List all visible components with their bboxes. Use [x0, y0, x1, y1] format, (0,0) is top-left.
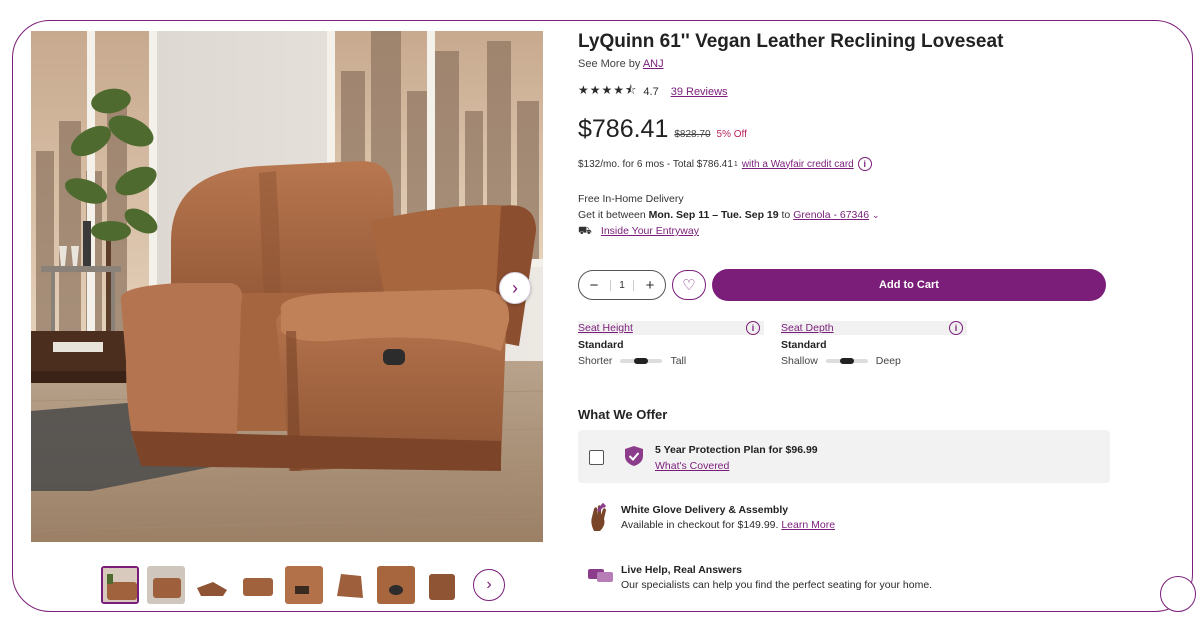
discount-badge: 5% Off	[716, 129, 747, 140]
chevron-right-icon: ›	[486, 576, 492, 593]
shield-check-icon	[625, 446, 643, 466]
image-thumbnail-strip: ›	[101, 565, 505, 605]
location-link[interactable]: Grenola - 67346	[793, 209, 869, 221]
info-icon[interactable]: i	[746, 321, 760, 335]
live-help-title: Live Help, Real Answers	[621, 564, 742, 576]
delivery-type: Free In-Home Delivery	[578, 193, 684, 205]
increase-quantity-button[interactable]: +	[641, 277, 659, 294]
product-page: › › LyQuinn 61'' Vegan Leather Reclining…	[12, 20, 1193, 612]
thumbnail-2[interactable]	[147, 566, 185, 604]
sale-price: $786.41	[578, 115, 669, 143]
favorite-button[interactable]: ♡	[672, 270, 706, 300]
delivery-dates: Mon. Sep 11 – Tue. Sep 19	[648, 209, 779, 221]
seat-height-indicator	[620, 358, 663, 364]
decrease-quantity-button[interactable]: −	[585, 277, 603, 294]
chat-launcher-button[interactable]	[1160, 576, 1196, 612]
protection-plan-title: 5 Year Protection Plan for $96.99	[655, 444, 818, 456]
seat-depth-link[interactable]: Seat Depth	[781, 322, 834, 334]
quantity-value[interactable]: 1	[610, 279, 634, 291]
original-price: $828.70	[674, 129, 711, 140]
seat-height-scale: Shorter Tall	[578, 355, 764, 367]
seat-depth-high-label: Deep	[875, 355, 901, 367]
rating-row: ★★★★⯪ 4.7 39 Reviews	[578, 81, 728, 102]
protection-plan-card: 5 Year Protection Plan for $96.99 What's…	[578, 430, 1110, 483]
seat-height-header: Seat Height i	[578, 321, 764, 335]
thumbnail-7[interactable]	[377, 566, 415, 604]
protection-plan-text: 5 Year Protection Plan for $96.99 What's…	[655, 442, 818, 474]
chevron-right-icon: ›	[512, 277, 518, 298]
white-glove-text: White Glove Delivery & Assembly Availabl…	[621, 503, 835, 533]
live-help-detail: Our specialists can help you find the pe…	[621, 579, 933, 591]
thumbnail-1[interactable]	[101, 566, 139, 604]
seat-height-link[interactable]: Seat Height	[578, 322, 633, 334]
brand-link[interactable]: ANJ	[643, 58, 664, 70]
live-help-text: Live Help, Real Answers Our specialists …	[621, 563, 932, 593]
seat-depth-indicator	[825, 358, 868, 364]
heart-icon: ♡	[682, 277, 696, 294]
seat-height-high-label: Tall	[670, 355, 687, 367]
info-icon[interactable]: i	[857, 157, 872, 171]
whats-covered-link[interactable]: What's Covered	[655, 458, 818, 474]
thumbnail-3[interactable]	[193, 566, 231, 604]
product-title: LyQuinn 61'' Vegan Leather Reclining Lov…	[578, 31, 1004, 52]
see-more-label: See More by	[578, 58, 641, 70]
seat-height-low-label: Shorter	[578, 355, 613, 367]
seat-depth-value: Standard	[781, 339, 827, 351]
price-row: $786.41 $828.70 5% Off	[578, 115, 747, 144]
quantity-stepper: − 1 +	[578, 270, 666, 300]
info-icon[interactable]: i	[949, 321, 963, 335]
white-glove-detail: Available in checkout for $149.99. Learn…	[621, 519, 836, 531]
seat-depth-low-label: Shallow	[781, 355, 818, 367]
add-to-cart-button[interactable]: Add to Cart	[712, 269, 1106, 301]
thumbnail-4[interactable]	[239, 566, 277, 604]
reviews-link[interactable]: 39 Reviews	[671, 86, 728, 98]
seat-depth-header: Seat Depth i	[781, 321, 967, 335]
rating-value: 4.7	[643, 85, 659, 98]
delivery-info: Free In-Home Delivery Get it between Mon…	[578, 191, 880, 239]
seat-depth-spec: Seat Depth i Standard Shallow Deep	[781, 321, 967, 367]
financing-line: $132/mo. for 6 mos - Total $786.41 1 with…	[578, 157, 872, 171]
chat-icon	[588, 569, 613, 582]
financing-footnote: 1	[733, 160, 738, 168]
next-image-button[interactable]: ›	[499, 272, 531, 304]
seat-height-spec: Seat Height i Standard Shorter Tall	[578, 321, 764, 367]
purchase-controls: − 1 + ♡ Add to Cart	[578, 269, 1106, 301]
thumbnail-8[interactable]	[423, 566, 461, 604]
truck-icon: ⛟	[578, 225, 592, 237]
learn-more-link[interactable]: Learn More	[781, 519, 835, 531]
what-we-offer-heading: What We Offer	[578, 407, 668, 422]
product-main-image[interactable]	[31, 31, 543, 542]
thumbnails-next-button[interactable]: ›	[473, 569, 505, 601]
seat-depth-scale: Shallow Deep	[781, 355, 967, 367]
credit-card-link[interactable]: with a Wayfair credit card	[742, 159, 854, 170]
chevron-down-icon[interactable]: ⌄	[872, 210, 880, 220]
protection-plan-checkbox[interactable]	[589, 450, 604, 465]
glove-icon	[591, 503, 607, 531]
white-glove-title: White Glove Delivery & Assembly	[621, 504, 789, 516]
thumbnail-6[interactable]	[331, 566, 369, 604]
thumbnail-5[interactable]	[285, 566, 323, 604]
delivery-window: Get it between Mon. Sep 11 – Tue. Sep 19…	[578, 209, 880, 221]
star-rating-icon: ★★★★⯪	[578, 83, 638, 97]
brand-line: See More by ANJ	[578, 58, 664, 70]
delivery-method-link[interactable]: Inside Your Entryway	[601, 225, 699, 237]
delivery-method: ⛟ Inside Your Entryway	[578, 223, 880, 239]
financing-text: $132/mo. for 6 mos - Total $786.41	[578, 158, 733, 170]
seat-height-value: Standard	[578, 339, 624, 351]
